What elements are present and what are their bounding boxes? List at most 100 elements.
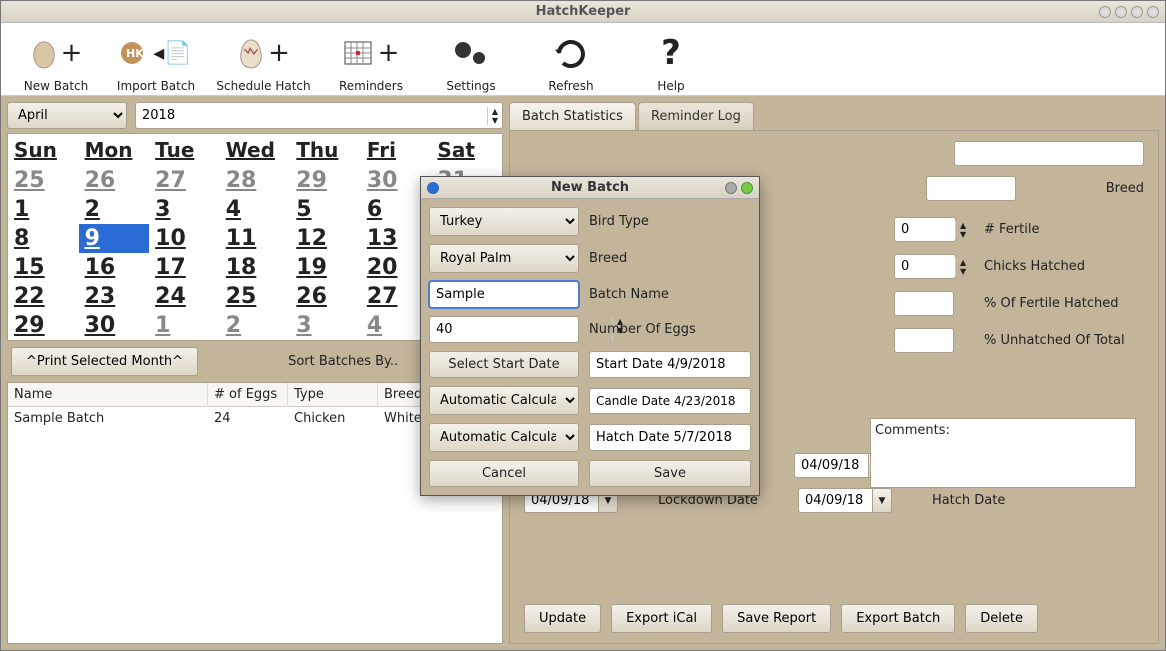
window-max-icon[interactable] [1115,6,1127,18]
new-batch-dialog: New Batch Turkey Bird Type Royal Palm Br… [420,176,760,496]
calendar-day[interactable]: 10 [149,224,220,253]
calendar-day[interactable]: 16 [79,253,150,282]
tool-help[interactable]: ? Help [626,29,716,93]
titlebar: HatchKeeper [1,1,1165,23]
dialog-menu-icon[interactable] [427,182,439,194]
calendar-day[interactable]: 23 [79,282,150,311]
month-select[interactable]: April [7,102,127,129]
candle-date-display[interactable] [589,388,751,414]
refresh-icon [532,29,610,77]
cal-day-header: Mon [79,134,150,166]
calendar-day[interactable]: 26 [79,166,150,195]
print-month-button[interactable]: ^Print Selected Month^ [11,347,198,376]
delete-button[interactable]: Delete [965,604,1038,633]
calendar-day[interactable]: 3 [149,195,220,224]
cal-day-header: Tue [149,134,220,166]
question-icon: ? [632,29,710,77]
calendar-day[interactable]: 24 [149,282,220,311]
table-header[interactable]: Name [8,383,208,407]
calendar-day[interactable]: 8 [8,224,79,253]
dialog-titlebar: New Batch [421,177,759,199]
cal-day-header: Thu [290,134,361,166]
fertile-label: # Fertile [984,222,1144,237]
tool-refresh[interactable]: Refresh [526,29,616,93]
calendar-day[interactable]: 25 [8,166,79,195]
dialog-min-icon[interactable] [725,182,737,194]
sort-label[interactable]: Sort Batches By.. [288,354,398,369]
fertile-spinner[interactable]: ▲▼ [894,217,956,242]
chicks-spinner[interactable]: ▲▼ [894,254,956,279]
save-button[interactable]: Save [589,460,751,487]
tool-schedule-hatch[interactable]: + Schedule Hatch [211,29,316,93]
svg-text:HK: HK [126,47,144,60]
tab-reminder-log[interactable]: Reminder Log [638,102,754,130]
year-down-icon[interactable]: ▼ [488,116,502,125]
hatch-date-display[interactable] [589,424,751,451]
calendar-day[interactable]: 1 [8,195,79,224]
select-start-date-button[interactable]: Select Start Date [429,351,579,378]
year-spinner[interactable]: ▲▼ [135,102,503,129]
toolbar: + New Batch HK◂📄 Import Batch + Schedule… [1,23,1165,96]
calendar-day[interactable]: 11 [220,224,291,253]
calendar-day[interactable]: 19 [290,253,361,282]
tab-batch-statistics[interactable]: Batch Statistics [509,102,636,130]
tool-settings[interactable]: Settings [426,29,516,93]
calendar-day[interactable]: 25 [220,282,291,311]
export-ical-button[interactable]: Export iCal [611,604,712,633]
cancel-button[interactable]: Cancel [429,460,579,487]
calendar-day[interactable]: 27 [149,166,220,195]
hatch-calc-select[interactable]: Automatic Calculat [429,423,579,452]
export-batch-button[interactable]: Export Batch [841,604,955,633]
update-button[interactable]: Update [524,604,601,633]
comments-box[interactable]: Comments: [870,418,1136,488]
calendar-day[interactable]: 3 [290,311,361,340]
tool-new-batch[interactable]: + New Batch [11,29,101,93]
window-close-icon[interactable] [1131,6,1143,18]
dialog-max-icon[interactable] [741,182,753,194]
bird-type-label: Bird Type [589,214,751,229]
calendar-day[interactable]: 26 [290,282,361,311]
pct-unhatched-field[interactable] [894,328,954,353]
eggs-spinner[interactable]: ▲▼ [429,316,579,343]
calendar-day[interactable]: 28 [220,166,291,195]
breed-select[interactable]: Royal Palm [429,244,579,273]
window-extra-icon[interactable] [1147,6,1159,18]
calendar-day[interactable]: 22 [8,282,79,311]
pct-fertile-label: % Of Fertile Hatched [984,296,1144,311]
year-up-icon[interactable]: ▲ [488,107,502,116]
window-min-icon[interactable] [1099,6,1111,18]
calendar-day[interactable]: 30 [79,311,150,340]
tool-reminders[interactable]: + Reminders [326,29,416,93]
calendar-day[interactable]: 4 [220,195,291,224]
hatch-date-combo[interactable]: ▼ [798,488,892,513]
calendar-day[interactable]: 29 [290,166,361,195]
calendar-day[interactable]: 18 [220,253,291,282]
start-date-display[interactable] [589,351,751,378]
calendar-day[interactable]: 15 [8,253,79,282]
tool-import-batch[interactable]: HK◂📄 Import Batch [111,29,201,93]
calendar-day[interactable]: 17 [149,253,220,282]
chevron-down-icon[interactable]: ▼ [872,488,892,513]
batch-name-input[interactable] [429,281,579,308]
save-report-button[interactable]: Save Report [722,604,831,633]
hatch-date-label: Hatch Date [932,493,1005,508]
calendar-day[interactable]: 12 [290,224,361,253]
calendar-day[interactable]: 2 [220,311,291,340]
calendar-day[interactable]: 29 [8,311,79,340]
name-field[interactable] [954,141,1144,166]
table-header[interactable]: Type [288,383,378,407]
calendar-day[interactable]: 1 [149,311,220,340]
breed-field[interactable] [926,176,1016,201]
cracked-egg-plus-icon: + [225,29,303,77]
bird-type-select[interactable]: Turkey [429,207,579,236]
calendar-day[interactable]: 2 [79,195,150,224]
calendar-day[interactable]: 9 [79,224,150,253]
breed-label: Breed [1106,181,1144,196]
table-header[interactable]: # of Eggs [208,383,288,407]
calendar-day[interactable]: 5 [290,195,361,224]
pct-unhatched-label: % Unhatched Of Total [984,333,1144,348]
gears-icon [432,29,510,77]
pct-fertile-field[interactable] [894,291,954,316]
year-input[interactable] [136,104,487,127]
candle-calc-select[interactable]: Automatic Calculat [429,386,579,415]
